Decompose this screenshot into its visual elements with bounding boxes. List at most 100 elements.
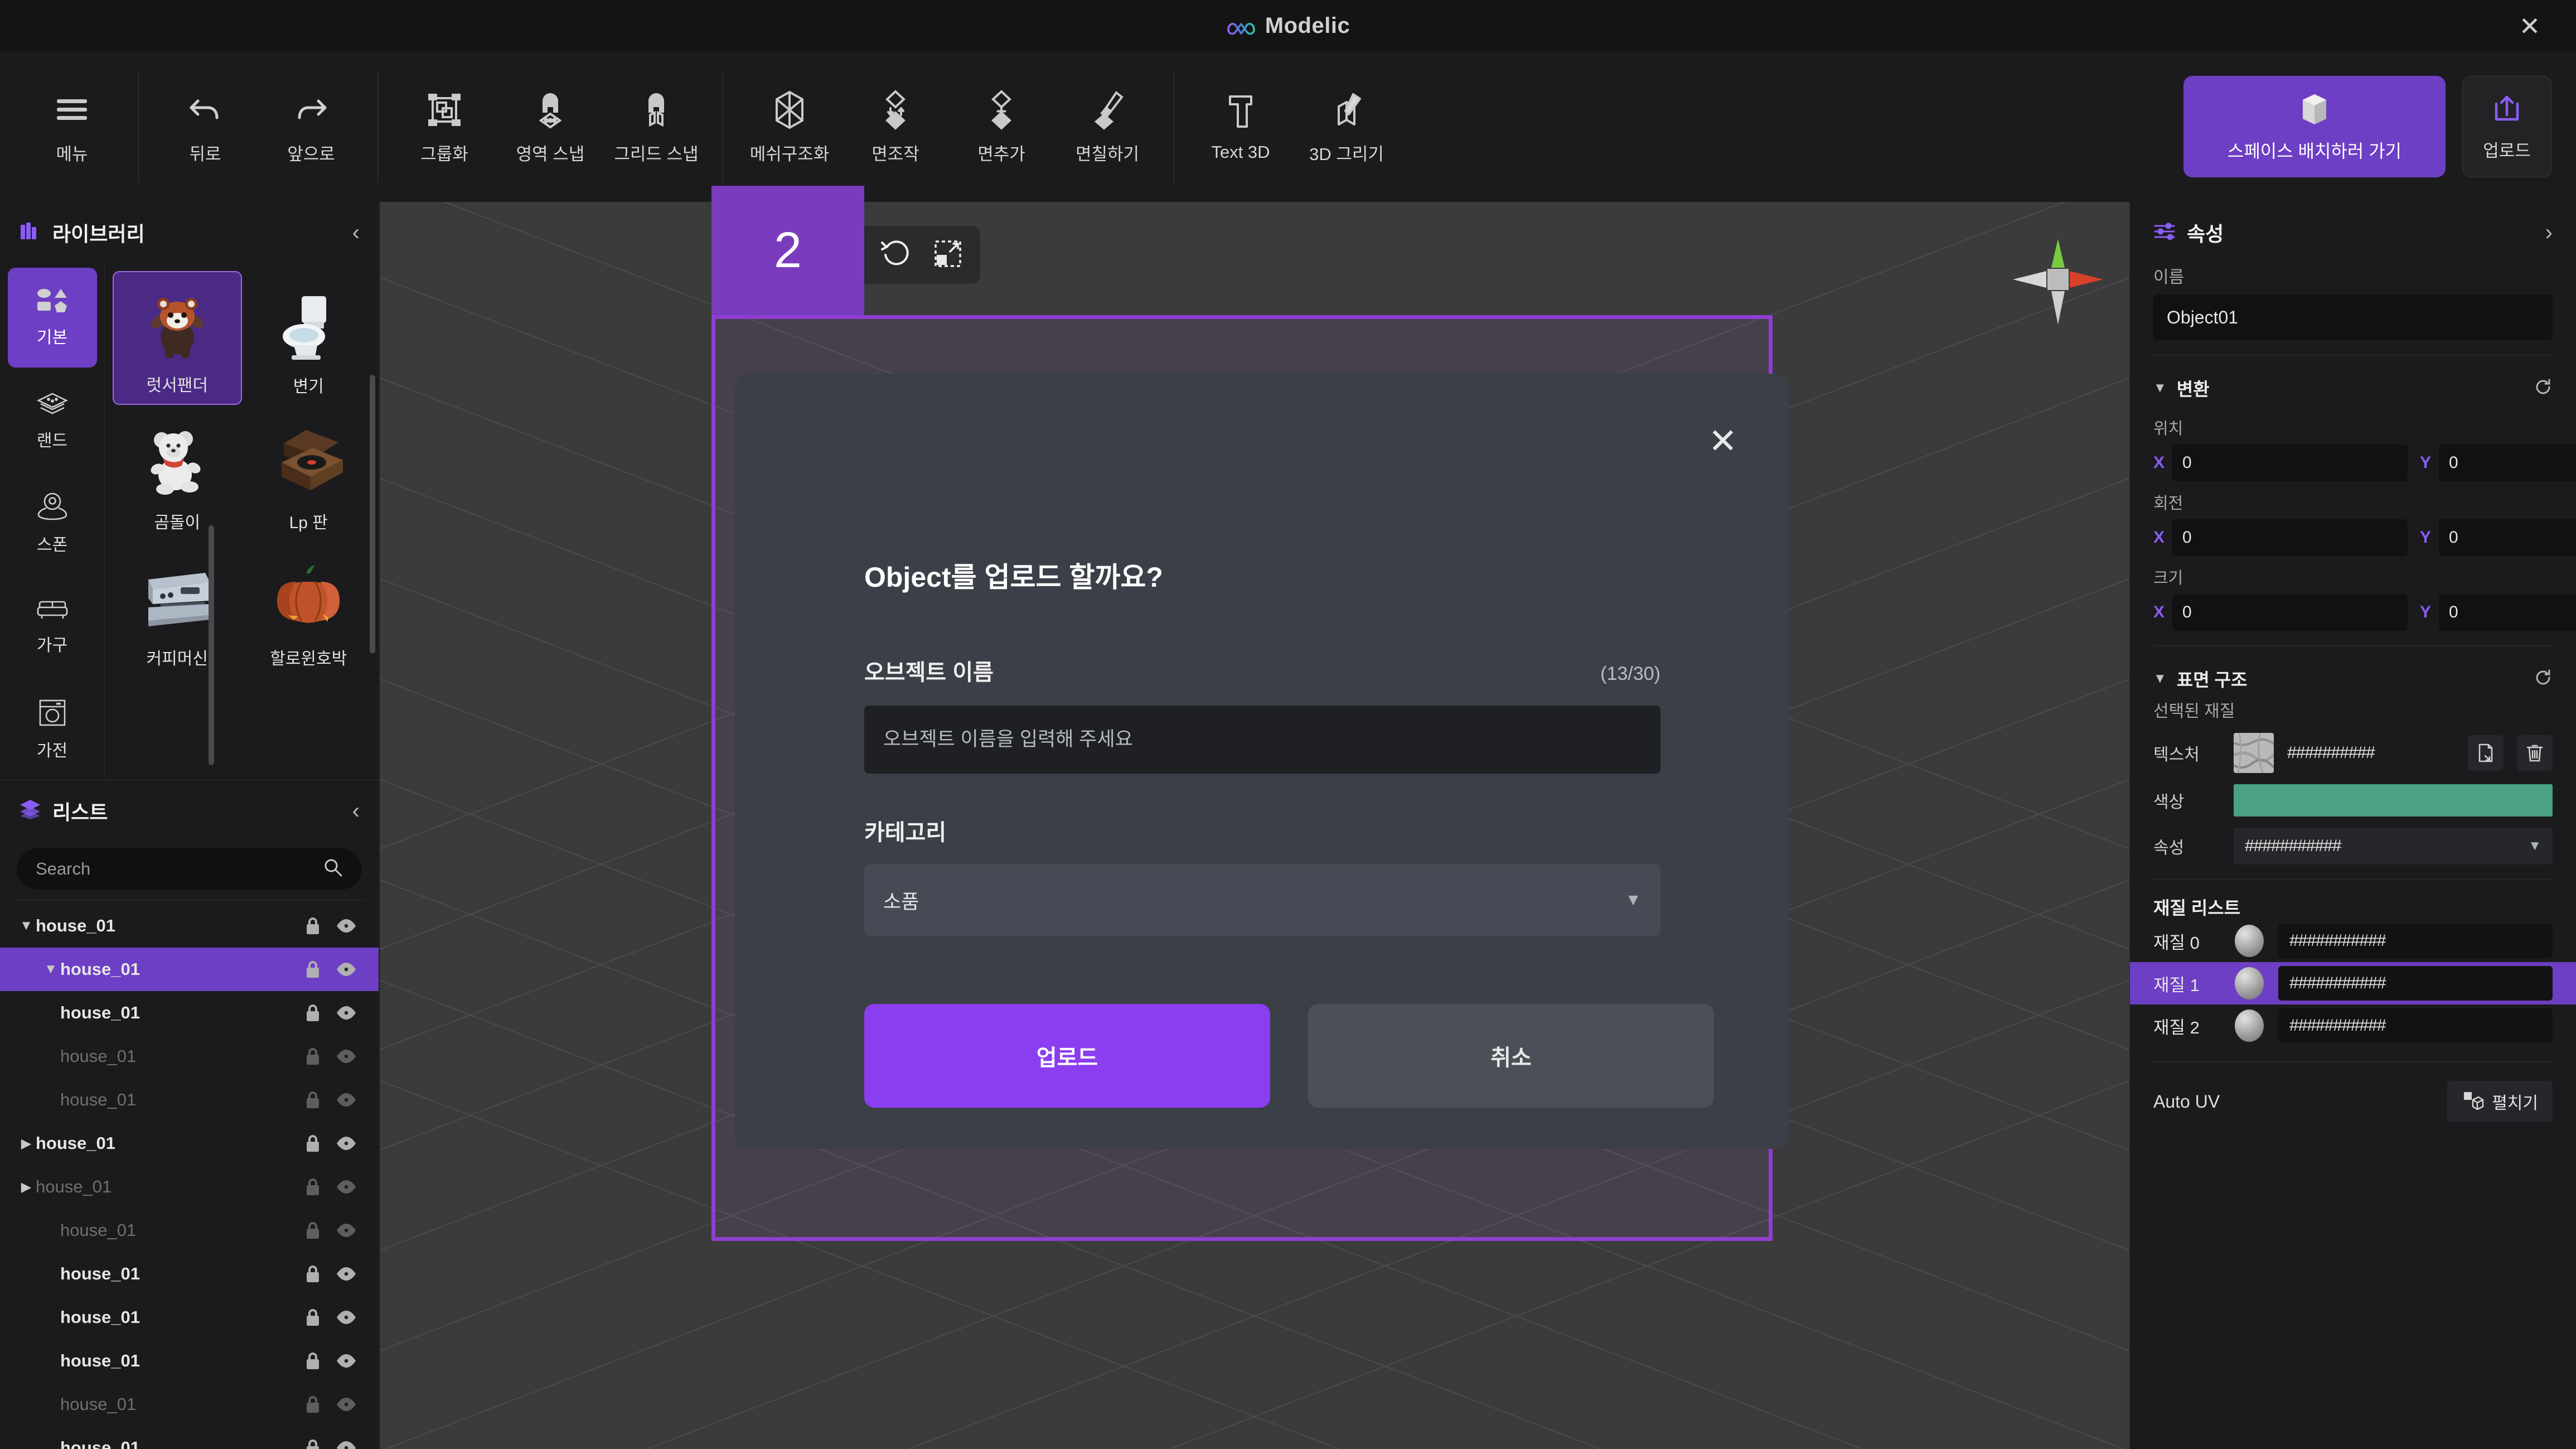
lock-icon[interactable] [296, 1133, 330, 1153]
tree-row[interactable]: house_01 [0, 1296, 379, 1339]
object-name-field[interactable] [2153, 294, 2553, 340]
unwrap-button[interactable]: 펼치기 [2447, 1081, 2553, 1122]
menu-button[interactable]: 메뉴 [19, 74, 125, 180]
scale-tool-button[interactable] [922, 231, 974, 278]
surface-section-header[interactable]: ▼ 표면 구조 [2130, 660, 2576, 697]
rotate-tool-button[interactable] [869, 231, 920, 278]
text-3d-button[interactable]: Text 3D [1188, 74, 1294, 180]
eye-icon[interactable] [330, 1353, 363, 1369]
library-collapse-button[interactable]: ‹ [352, 221, 360, 244]
tree-row[interactable]: house_01 [0, 1426, 379, 1449]
tree-row[interactable]: house_01 [0, 1339, 379, 1383]
modal-close-button[interactable]: ✕ [1702, 421, 1744, 463]
lock-icon[interactable] [296, 959, 330, 979]
library-item-card[interactable]: 변기 [244, 271, 374, 405]
eye-icon[interactable] [330, 1179, 363, 1195]
face-add-button[interactable]: 면추가 [948, 74, 1054, 180]
rotation-y-input[interactable] [2439, 519, 2576, 556]
library-item-card[interactable]: 럿서팬더 [113, 271, 242, 405]
properties-expand-button[interactable]: › [2545, 221, 2553, 244]
modal-cancel-button[interactable]: 취소 [1308, 1004, 1714, 1108]
lock-icon[interactable] [296, 1394, 330, 1414]
category-select[interactable]: 소품 ▼ [864, 864, 1660, 936]
eye-icon[interactable] [330, 1005, 363, 1021]
mesh-structure-button[interactable]: 메쉬구조화 [737, 74, 842, 180]
tree-row[interactable]: ▼ house_01 [0, 948, 379, 992]
material-list-row[interactable]: 재질 2 ########### [2130, 1004, 2576, 1047]
material-name-field[interactable]: ########### [2278, 1008, 2553, 1043]
eye-icon[interactable] [330, 918, 363, 934]
lock-icon[interactable] [296, 1177, 330, 1197]
material-list-row[interactable]: 재질 0 ########### [2130, 920, 2576, 962]
eye-icon[interactable] [330, 962, 363, 977]
tree-row[interactable]: house_01 [0, 1078, 379, 1122]
eye-icon[interactable] [330, 1136, 363, 1151]
tree-row[interactable]: ▶ house_01 [0, 1165, 379, 1209]
lock-icon[interactable] [296, 1046, 330, 1066]
library-category-spawn[interactable]: 스폰 [8, 474, 97, 573]
surface-reset-icon[interactable] [2534, 668, 2553, 690]
rotation-x-input[interactable] [2172, 519, 2408, 556]
color-swatch[interactable] [2234, 784, 2553, 817]
tree-row[interactable]: house_01 [0, 1035, 379, 1078]
axis-gizmo[interactable] [2007, 234, 2108, 329]
tree-row[interactable]: house_01 [0, 1383, 379, 1426]
library-category-appliance[interactable]: 가전 [8, 680, 97, 780]
property-select[interactable]: ########### ▼ [2234, 828, 2553, 864]
go-to-space-placement-button[interactable]: 스페이스 배치하러 가기 [2183, 76, 2446, 177]
library-item-card[interactable]: Lp 판 [244, 407, 374, 541]
transform-reset-icon[interactable] [2534, 378, 2553, 399]
window-close-button[interactable]: ✕ [2512, 10, 2547, 42]
library-category-furniture[interactable]: 가구 [8, 577, 97, 677]
material-name-field[interactable]: ########### [2278, 966, 2553, 1001]
grid-snap-button[interactable]: 그리드 스냅 [603, 74, 709, 180]
trash-icon[interactable] [2517, 735, 2553, 771]
face-paint-button[interactable]: 면칠하기 [1054, 74, 1160, 180]
texture-thumbnail[interactable] [2234, 733, 2274, 773]
lock-icon[interactable] [296, 1220, 330, 1240]
tree-expand-arrow[interactable]: ▶ [17, 1136, 36, 1152]
transform-section-header[interactable]: ▼ 변환 [2130, 370, 2576, 407]
eye-icon[interactable] [330, 1092, 363, 1108]
eye-icon[interactable] [330, 1440, 363, 1449]
file-select-icon[interactable] [2468, 735, 2504, 771]
lock-icon[interactable] [296, 1351, 330, 1371]
draw-3d-button[interactable]: 3D 그리기 [1294, 74, 1400, 180]
list-collapse-button[interactable]: ‹ [352, 800, 360, 822]
modal-upload-button[interactable]: 업로드 [864, 1004, 1270, 1108]
material-name-field[interactable]: ########### [2278, 924, 2553, 958]
tree-row[interactable]: house_01 [0, 1209, 379, 1252]
scale-x-input[interactable] [2172, 594, 2408, 631]
eye-icon[interactable] [330, 1397, 363, 1412]
search-box[interactable] [17, 848, 362, 890]
tree-expand-arrow[interactable]: ▶ [17, 1179, 36, 1195]
group-button[interactable]: 그룹화 [391, 74, 497, 180]
tree-row[interactable]: house_01 [0, 1252, 379, 1296]
library-category-land[interactable]: 랜드 [8, 371, 97, 471]
tree-row[interactable]: ▶ house_01 [0, 1122, 379, 1165]
object-name-input[interactable] [864, 706, 1660, 774]
area-snap-button[interactable]: 영역 스냅 [497, 74, 603, 180]
face-manipulate-button[interactable]: 면조작 [842, 74, 948, 180]
position-x-input[interactable] [2172, 445, 2408, 481]
lock-icon[interactable] [296, 1090, 330, 1110]
tree-expand-arrow[interactable]: ▼ [41, 962, 60, 977]
eye-icon[interactable] [330, 1049, 363, 1064]
lock-icon[interactable] [296, 916, 330, 936]
material-list-row[interactable]: 재질 1 ########### [2130, 962, 2576, 1004]
library-item-card[interactable]: 커피머신 [113, 543, 242, 677]
lock-icon[interactable] [296, 1307, 330, 1327]
eye-icon[interactable] [330, 1223, 363, 1238]
library-item-card[interactable]: 할로윈호박 [244, 543, 374, 677]
tree-row[interactable]: ▼ house_01 [0, 904, 379, 948]
lock-icon[interactable] [296, 1264, 330, 1284]
lock-icon[interactable] [296, 1438, 330, 1449]
scale-y-input[interactable] [2439, 594, 2576, 631]
tree-row[interactable]: house_01 [0, 991, 379, 1035]
position-y-input[interactable] [2439, 445, 2576, 481]
library-category-scrollbar[interactable] [209, 525, 214, 765]
eye-icon[interactable] [330, 1310, 363, 1325]
library-item-card[interactable]: 곰돌이 [113, 407, 242, 541]
search-input[interactable] [36, 858, 317, 879]
library-scrollbar[interactable] [370, 375, 375, 654]
